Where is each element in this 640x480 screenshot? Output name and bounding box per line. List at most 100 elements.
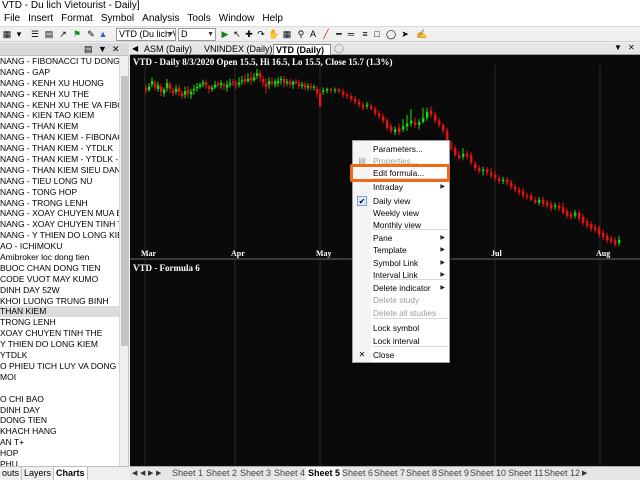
- menu-item-weekly-view[interactable]: Weekly view: [353, 207, 449, 219]
- formula-list-item[interactable]: NANG - TIEU LONG NU: [0, 176, 119, 187]
- formula-list-item[interactable]: O CHI BAO: [0, 394, 119, 405]
- arrow-icon[interactable]: ↗: [58, 29, 68, 40]
- sheet-tab-5[interactable]: Sheet 5: [306, 467, 343, 480]
- pin-icon[interactable]: ▲: [98, 29, 108, 40]
- formula-list-item[interactable]: NANG - TRONG LENH: [0, 198, 119, 209]
- formula-list-item[interactable]: O PHIEU TICH LUY VA DONG TIEN MI: [0, 361, 119, 372]
- formula-list-item[interactable]: NANG - GAP: [0, 67, 119, 78]
- close-panel-icon[interactable]: ✕: [112, 44, 120, 55]
- tab-charts[interactable]: Charts: [54, 467, 88, 480]
- chart-tab-vtd[interactable]: VTD (Daily): [273, 44, 331, 55]
- edit-icon[interactable]: ✎: [86, 29, 96, 40]
- formula-list-item[interactable]: AN T+: [0, 437, 119, 448]
- first-sheet-icon[interactable]: ◀: [132, 468, 137, 480]
- formula-list-item[interactable]: BUOC CHAN DONG TIEN: [0, 263, 119, 274]
- menu-insert[interactable]: Insert: [24, 12, 57, 26]
- formula-list-item[interactable]: NANG - Y THIEN DO LONG KIEM: [0, 230, 119, 241]
- ellipse-icon[interactable]: ◯: [386, 29, 396, 40]
- tab-layouts[interactable]: outs: [0, 467, 23, 480]
- formula-list-item[interactable]: DINH DAY: [0, 405, 119, 416]
- pin-panel-icon[interactable]: ▼: [98, 44, 107, 54]
- menu-window[interactable]: Window: [215, 12, 259, 26]
- formula-list-item[interactable]: HOP: [0, 448, 119, 459]
- formula-list-item[interactable]: MOI: [0, 372, 119, 383]
- play-icon[interactable]: ▶: [220, 29, 230, 40]
- formula-list-item[interactable]: TRONG LENH: [0, 317, 119, 328]
- rectangle-icon[interactable]: □: [372, 29, 382, 40]
- menu-symbol[interactable]: Symbol: [97, 12, 138, 26]
- menu-item-lock-symbol[interactable]: Lock symbol: [353, 322, 449, 334]
- menu-item-pane[interactable]: Pane ▶: [353, 232, 449, 244]
- formula-list-item[interactable]: CODE VUOT MAY KUMO: [0, 274, 119, 285]
- crosshair-icon[interactable]: ✚: [244, 29, 254, 40]
- pointer-icon[interactable]: ↖: [232, 29, 242, 40]
- menu-item-intraday[interactable]: Intraday ▶: [353, 181, 449, 193]
- green-flag-icon[interactable]: ⚑: [72, 29, 82, 40]
- menu-analysis[interactable]: Analysis: [138, 12, 183, 26]
- interval-combo[interactable]: D ▼: [178, 28, 216, 41]
- draw-pencil-icon[interactable]: ✍: [416, 29, 427, 40]
- close-tab-icon[interactable]: ✕: [628, 43, 635, 52]
- cursor-icon[interactable]: ↷: [256, 29, 266, 40]
- formula-list-item[interactable]: NANG - THAN KIEM - YTDLK: [0, 143, 119, 154]
- menu-item-symbol-link[interactable]: Symbol Link ▶: [353, 257, 449, 269]
- vertical-scrollbar[interactable]: [119, 56, 128, 466]
- sheet-tab-9[interactable]: Sheet 9: [438, 467, 469, 480]
- menu-item-daily-view[interactable]: ✔ Daily view: [353, 195, 449, 207]
- menu-help[interactable]: Help: [258, 12, 287, 26]
- menu-file[interactable]: File: [0, 12, 24, 26]
- text-icon[interactable]: A: [308, 29, 318, 40]
- menu-item-delete-indicator[interactable]: Delete indicator ▶: [353, 282, 449, 294]
- formula-list-item[interactable]: THAN KIEM: [0, 306, 119, 318]
- formula-list-item[interactable]: NANG - KENH XU THE: [0, 89, 119, 100]
- formula-list-item[interactable]: Y THIEN DO LONG KIEM: [0, 339, 119, 350]
- formula-list-item[interactable]: NANG - THAN KIEM SIEU DANG: [0, 165, 119, 176]
- formula-list-item[interactable]: Amibroker loc dong tien: [0, 252, 119, 263]
- add-tab-icon[interactable]: ◯: [334, 43, 344, 54]
- formula-list-item[interactable]: NANG - THAN KIEM - FIBONACI - NON: [0, 132, 119, 143]
- sheet-tab-2[interactable]: Sheet 2: [206, 467, 237, 480]
- formula-list-item[interactable]: XOAY CHUYEN TINH THE: [0, 328, 119, 339]
- hand-icon[interactable]: ✋: [268, 29, 279, 40]
- grid-icon[interactable]: ▦: [282, 29, 292, 40]
- sheet-tab-11[interactable]: Sheet 11: [508, 467, 543, 480]
- menu-format[interactable]: Format: [57, 12, 97, 26]
- menu-tools[interactable]: Tools: [183, 12, 214, 26]
- menu-item-parameters[interactable]: Parameters...: [353, 143, 449, 155]
- sheet-tab-8[interactable]: Sheet 8: [406, 467, 437, 480]
- last-sheet-icon[interactable]: ▶: [156, 468, 161, 480]
- more-icon[interactable]: ▾: [14, 29, 24, 40]
- chevron-left-icon[interactable]: ◀: [132, 44, 138, 53]
- formula-list-item[interactable]: NANG - FIBONACCI TU DONG: [0, 56, 119, 67]
- formula-list-item[interactable]: NANG - XOAY CHUYEN TINH THE - K: [0, 219, 119, 230]
- formula-list-item[interactable]: NANG - THAN KIEM - YTDLK - NON E: [0, 154, 119, 165]
- chart-tab-vnindex[interactable]: VNINDEX (Daily): [202, 44, 273, 55]
- formula-list-item[interactable]: DINH DAY 52W: [0, 285, 119, 296]
- sheet-tab-6[interactable]: Sheet 6: [342, 467, 373, 480]
- formula-list-item[interactable]: KHACH HANG: [0, 426, 119, 437]
- sheet-tab-4[interactable]: Sheet 4: [274, 467, 305, 480]
- formula-list-item[interactable]: DONG TIEN: [0, 415, 119, 426]
- sheet-tab-12[interactable]: Sheet 12: [544, 467, 580, 480]
- tab-layers[interactable]: Layers: [22, 467, 55, 480]
- formula-list-item[interactable]: NANG - KENH XU HUONG: [0, 78, 119, 89]
- formula-list-item[interactable]: YTDLK: [0, 350, 119, 361]
- layout-icon[interactable]: ▦: [2, 29, 12, 40]
- chart-icon[interactable]: ▤: [44, 29, 54, 40]
- arrow-tool-icon[interactable]: ➤: [400, 29, 410, 40]
- sheet-tab-10[interactable]: Sheet 10: [470, 467, 506, 480]
- fibonacci-icon[interactable]: ≡: [360, 29, 370, 40]
- formula-list-item[interactable]: NANG - KIEN TAO KIEM: [0, 110, 119, 121]
- sheet-tab-7[interactable]: Sheet 7: [374, 467, 405, 480]
- formula-list-item[interactable]: AO - ICHIMOKU: [0, 241, 119, 252]
- menu-item-close[interactable]: ✕ Close: [353, 349, 449, 361]
- draw-line-icon[interactable]: ╱: [320, 29, 332, 40]
- properties-icon[interactable]: ▤: [84, 44, 93, 55]
- sheet-tab-3[interactable]: Sheet 3: [240, 467, 271, 480]
- formula-list-item[interactable]: NANG - XOAY CHUYEN MUA BAN: [0, 208, 119, 219]
- tab-menu-icon[interactable]: ▼: [614, 43, 622, 52]
- formula-list-item[interactable]: PHU: [0, 459, 119, 466]
- scrollbar-thumb[interactable]: [121, 76, 128, 346]
- list-icon[interactable]: ☰: [30, 29, 40, 40]
- symbol-combo[interactable]: VTD (Du lich Vie ▼: [116, 28, 176, 41]
